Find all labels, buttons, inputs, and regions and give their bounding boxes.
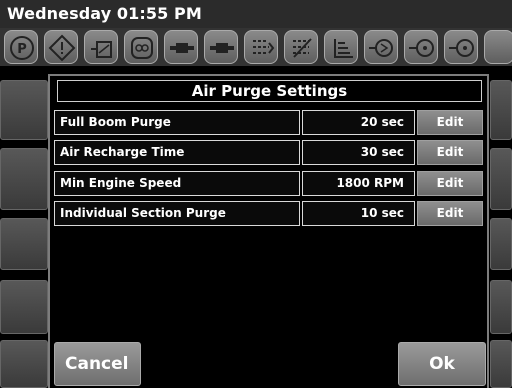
background-panel xyxy=(490,340,512,388)
edit-button[interactable]: Edit xyxy=(417,140,483,165)
valve-icon[interactable] xyxy=(444,30,478,64)
valve-icon[interactable] xyxy=(404,30,438,64)
settings-row: Individual Section Purge 10 sec Edit xyxy=(54,201,483,226)
background-panel xyxy=(0,148,48,210)
setting-label: Full Boom Purge xyxy=(54,110,300,135)
nozzle-icon[interactable] xyxy=(164,30,198,64)
setting-label: Individual Section Purge xyxy=(54,201,300,226)
dialog-title: Air Purge Settings xyxy=(57,80,482,102)
setting-label: Air Recharge Time xyxy=(54,140,300,165)
edit-button[interactable]: Edit xyxy=(417,171,483,196)
cancel-button[interactable]: Cancel xyxy=(54,342,141,386)
background-panel xyxy=(490,148,512,210)
boom-icon[interactable] xyxy=(124,30,158,64)
tank-icon[interactable] xyxy=(84,30,118,64)
setting-value: 1800 RPM xyxy=(302,171,415,196)
level-icon[interactable] xyxy=(324,30,358,64)
setting-label: Min Engine Speed xyxy=(54,171,300,196)
background-panel xyxy=(0,218,48,270)
ok-button[interactable]: Ok xyxy=(398,342,486,386)
background-panel xyxy=(490,80,512,140)
svg-text:P: P xyxy=(17,42,27,57)
background-panel xyxy=(490,218,512,270)
status-bar: Wednesday 01:55 PM xyxy=(0,0,512,30)
park-icon[interactable]: P xyxy=(4,30,38,64)
settings-row: Air Recharge Time 30 sec Edit xyxy=(54,140,483,165)
background-panel xyxy=(0,340,48,388)
settings-row: Full Boom Purge 20 sec Edit xyxy=(54,110,483,135)
edit-button[interactable]: Edit xyxy=(417,201,483,226)
clock: Wednesday 01:55 PM xyxy=(7,4,202,23)
valve-icon[interactable] xyxy=(484,30,512,64)
background-panel xyxy=(490,280,512,334)
air-purge-settings-dialog: Air Purge Settings Full Boom Purge 20 se… xyxy=(48,74,489,388)
section-off-icon[interactable] xyxy=(284,30,318,64)
background-panel xyxy=(0,80,48,140)
setting-value: 10 sec xyxy=(302,201,415,226)
section-icon[interactable] xyxy=(244,30,278,64)
pump-icon[interactable] xyxy=(364,30,398,64)
setting-value: 30 sec xyxy=(302,140,415,165)
warning-icon[interactable] xyxy=(44,30,78,64)
edit-button[interactable]: Edit xyxy=(417,110,483,135)
setting-value: 20 sec xyxy=(302,110,415,135)
nozzle-icon[interactable] xyxy=(204,30,238,64)
background-panel xyxy=(0,280,48,334)
settings-row: Min Engine Speed 1800 RPM Edit xyxy=(54,171,483,196)
